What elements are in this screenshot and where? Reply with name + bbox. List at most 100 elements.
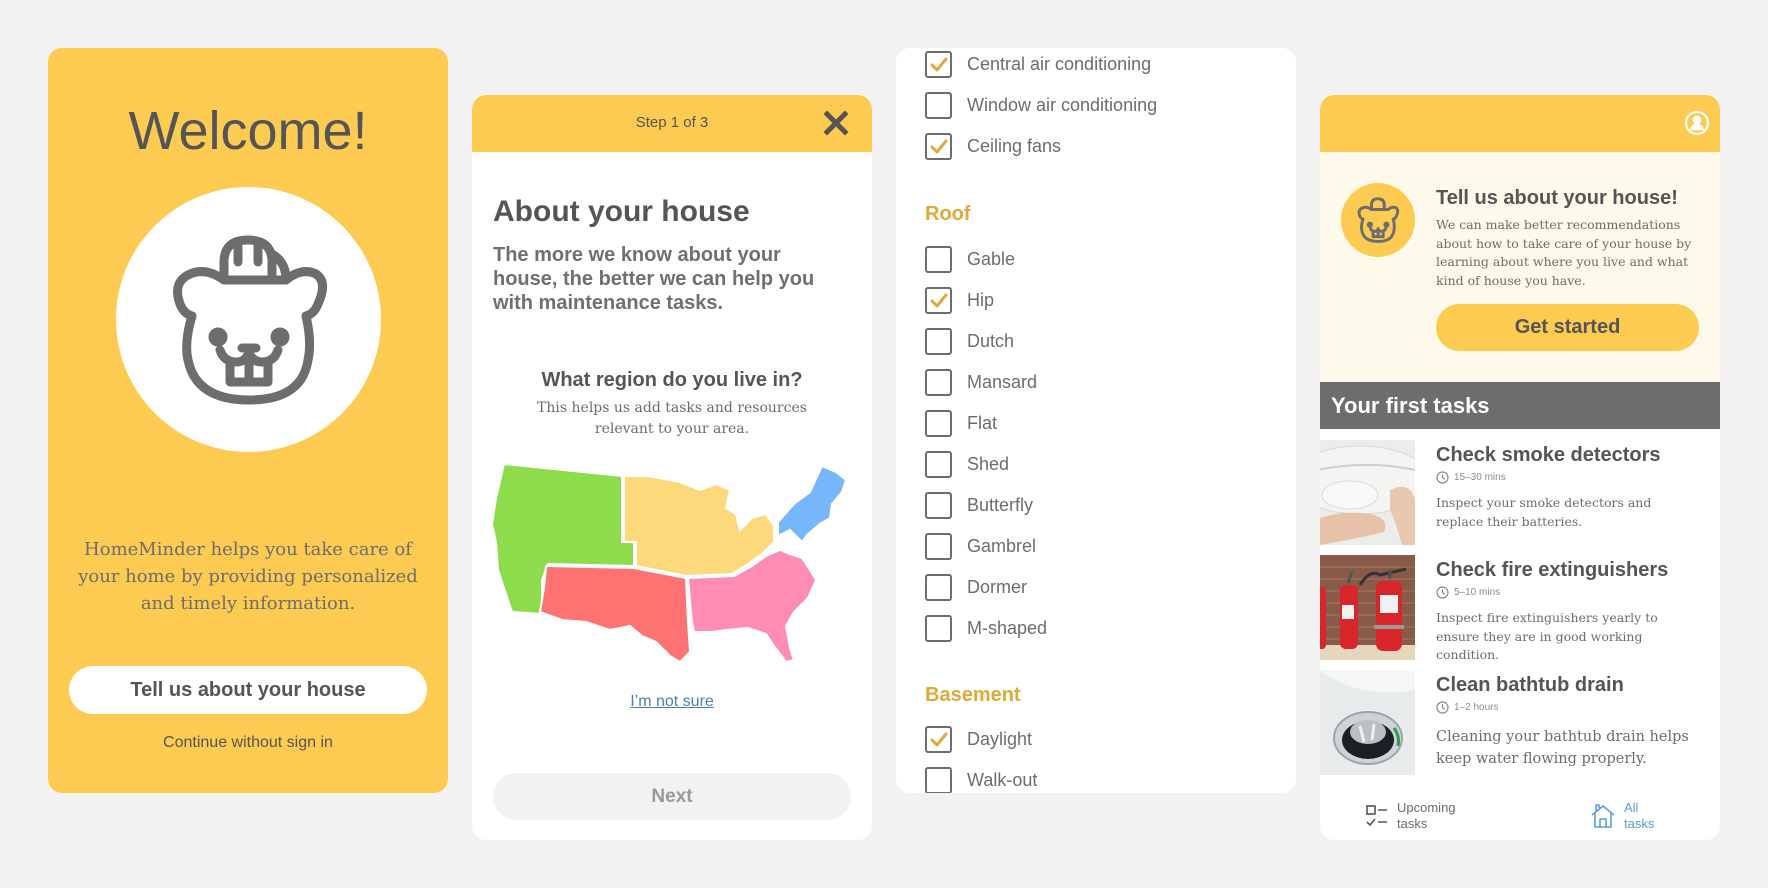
basement-section-title: Basement xyxy=(925,684,1021,706)
task-duration: 15–30 mins xyxy=(1436,471,1506,484)
checkbox-label: Dormer xyxy=(967,576,1028,597)
region-southwest[interactable] xyxy=(538,564,692,664)
task-item[interactable]: Clean bathtub drain 1–2 hours Cleaning y… xyxy=(1320,670,1720,775)
checkbox-label: Daylight xyxy=(967,728,1033,749)
checkbox-label: Gable xyxy=(967,248,1016,269)
checkbox-unchecked[interactable] xyxy=(925,614,952,642)
not-sure-link[interactable]: I’m not sure xyxy=(472,693,872,711)
checkbox-option[interactable]: Mansard xyxy=(925,368,1037,396)
beaver-hardhat-icon xyxy=(173,235,327,405)
task-description: Cleaning your bathtub drain helps keep w… xyxy=(1436,729,1689,767)
house-features-screen: Central air conditioning Window air condi… xyxy=(896,48,1296,793)
about-house-screen: Step 1 of 3 About your house The more we… xyxy=(472,95,872,840)
welcome-description: HomeMinder helps you take care of your h… xyxy=(78,539,418,614)
checkbox-checked[interactable] xyxy=(925,50,952,78)
home-dashboard-screen: Tell us about your house! We can make be… xyxy=(1320,95,1720,840)
promo-title: Tell us about your house! xyxy=(1436,187,1678,209)
nav-upcoming-tasks[interactable]: Upcoming tasks xyxy=(1365,800,1456,832)
bottom-navigation: Upcoming tasks All tasks xyxy=(1320,792,1720,840)
checkbox-checked[interactable] xyxy=(925,132,952,160)
continue-without-sign-in-link[interactable]: Continue without sign in xyxy=(48,734,448,752)
checkbox-option[interactable]: Flat xyxy=(925,409,997,437)
task-item[interactable]: Check smoke detectors 15–30 mins Inspect… xyxy=(1320,440,1720,545)
step-header: Step 1 of 3 xyxy=(472,95,872,152)
step-indicator: Step 1 of 3 xyxy=(635,114,709,131)
task-description: Inspect your smoke detectors and replace… xyxy=(1436,495,1652,529)
us-region-map xyxy=(490,462,848,664)
checkbox-option[interactable]: Daylight xyxy=(925,725,1032,753)
checkbox-checked[interactable] xyxy=(925,725,952,753)
tell-us-button[interactable]: Tell us about your house xyxy=(69,666,427,714)
checklist-icon xyxy=(1366,805,1387,827)
checkbox-option[interactable]: Walk-out xyxy=(925,766,1037,793)
checkbox-label: Window air conditioning xyxy=(967,94,1158,115)
roof-section-title: Roof xyxy=(925,203,971,225)
checkmark-icon xyxy=(930,732,948,746)
checkbox-label: Flat xyxy=(967,412,998,433)
task-description: Inspect fire extinguishers yearly to ens… xyxy=(1436,610,1658,662)
checkbox-label: Gambrel xyxy=(967,535,1037,556)
region-midwest[interactable] xyxy=(623,475,775,578)
checkbox-option[interactable]: Dormer xyxy=(925,573,1027,601)
checkbox-option[interactable]: M-shaped xyxy=(925,614,1047,642)
task-item[interactable]: Check fire extinguishers 5–10 mins Inspe… xyxy=(1320,555,1720,662)
checkbox-checked[interactable] xyxy=(925,286,952,314)
checkbox-unchecked[interactable] xyxy=(925,409,952,437)
app-header xyxy=(1320,95,1720,152)
fire-extinguishers-photo xyxy=(1320,555,1415,660)
checkbox-option[interactable]: Gambrel xyxy=(925,532,1036,560)
region-northeast[interactable] xyxy=(777,464,848,544)
checkbox-unchecked[interactable] xyxy=(925,327,952,355)
checkmark-icon xyxy=(930,293,948,307)
checkbox-label: Central air conditioning xyxy=(967,53,1152,74)
smoke-detector-photo xyxy=(1320,440,1415,545)
clock-icon xyxy=(1436,471,1449,484)
checkbox-unchecked[interactable] xyxy=(925,245,952,273)
checkbox-unchecked[interactable] xyxy=(925,532,952,560)
checkbox-option[interactable]: Dutch xyxy=(925,327,1014,355)
page-lead: The more we know about your house, the b… xyxy=(493,244,815,314)
checkbox-option[interactable]: Window air conditioning xyxy=(925,91,1157,119)
task-duration: 5–10 mins xyxy=(1436,586,1500,599)
checkbox-label: Dutch xyxy=(967,330,1015,351)
checkbox-unchecked[interactable] xyxy=(925,766,952,793)
user-profile-icon[interactable] xyxy=(1684,110,1710,136)
checkbox-option[interactable]: Gable xyxy=(925,245,1015,273)
task-title: Check smoke detectors xyxy=(1436,444,1661,466)
mascot-avatar-small xyxy=(1341,183,1415,257)
close-icon[interactable] xyxy=(820,107,852,139)
nav-all-tasks[interactable]: All tasks xyxy=(1590,800,1654,832)
home-icon xyxy=(1591,804,1615,828)
task-title: Clean bathtub drain xyxy=(1436,674,1624,696)
checkbox-unchecked[interactable] xyxy=(925,450,952,478)
checkbox-unchecked[interactable] xyxy=(925,91,952,119)
checkbox-option[interactable]: Central air conditioning xyxy=(925,50,1151,78)
get-started-button[interactable]: Get started xyxy=(1436,304,1699,351)
task-duration: 1–2 hours xyxy=(1436,701,1498,714)
checkbox-unchecked[interactable] xyxy=(925,491,952,519)
tasks-section-header: Your first tasks xyxy=(1320,382,1720,429)
bathtub-drain-photo xyxy=(1320,670,1415,775)
checkbox-label: M-shaped xyxy=(967,617,1048,638)
checkbox-label: Walk-out xyxy=(967,769,1038,790)
checkbox-label: Shed xyxy=(967,453,1010,474)
task-title: Check fire extinguishers xyxy=(1436,559,1669,581)
checkbox-option[interactable]: Shed xyxy=(925,450,1009,478)
tasks-section-title: Your first tasks xyxy=(1331,393,1490,418)
welcome-screen: Welcome! HomeMinder helps you take care … xyxy=(48,48,448,793)
mascot-avatar xyxy=(116,187,381,452)
checkbox-option[interactable]: Ceiling fans xyxy=(925,132,1061,160)
next-button[interactable]: Next xyxy=(493,773,851,820)
page-title: About your house xyxy=(493,195,750,228)
checkbox-label: Mansard xyxy=(967,371,1038,392)
region-question: What region do you live in? xyxy=(541,369,803,391)
beaver-hardhat-icon xyxy=(1357,197,1400,243)
checkbox-label: Ceiling fans xyxy=(967,135,1062,156)
clock-icon xyxy=(1436,586,1449,599)
promo-body: We can make better recommendations about… xyxy=(1436,217,1692,288)
checkbox-unchecked[interactable] xyxy=(925,368,952,396)
region-question-subtitle: This helps us add tasks and resources re… xyxy=(537,400,807,437)
checkbox-option[interactable]: Butterfly xyxy=(925,491,1033,519)
checkbox-unchecked[interactable] xyxy=(925,573,952,601)
checkbox-option[interactable]: Hip xyxy=(925,286,994,314)
